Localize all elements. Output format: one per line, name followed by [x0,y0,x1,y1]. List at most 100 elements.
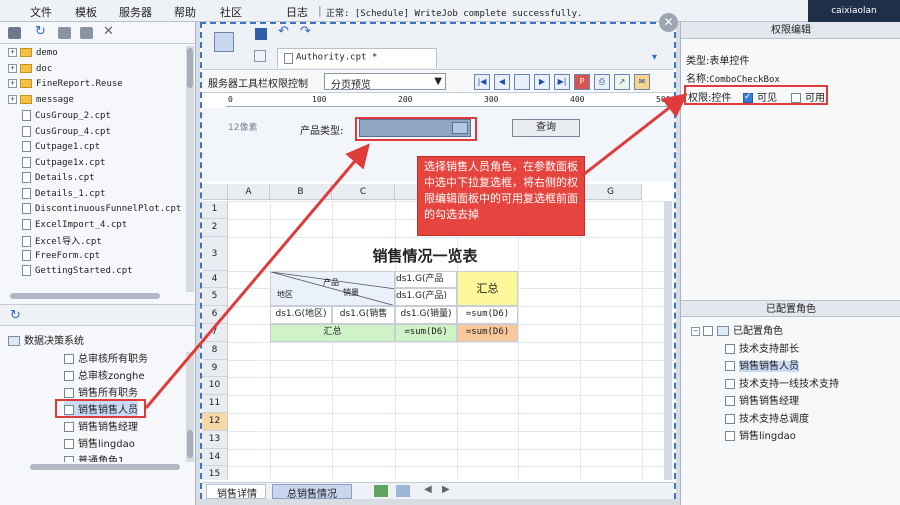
user-name[interactable]: caixiaolan [808,0,900,22]
next-page-button[interactable]: ▶ [534,74,550,90]
folder-item[interactable]: + doc [8,63,52,79]
undo-icon[interactable]: ↶ [278,24,289,39]
file-item[interactable]: DiscontinuousFunnelPlot.cpt [22,203,181,218]
add-form-icon[interactable] [396,485,410,497]
row-header[interactable]: 1 [202,201,228,219]
preview-select[interactable]: 分页预览 ▼ [324,73,446,91]
role-checkbox[interactable] [64,371,74,381]
folder-item[interactable]: + demo [8,48,58,63]
cell-d6[interactable]: ds1.G(销量) [395,306,457,324]
file-item[interactable]: Cutpage1.cpt [22,141,100,156]
expand-icon[interactable]: + [8,48,17,57]
header-corner-cell[interactable]: 产品 销量 地区 [270,270,395,307]
template-icon[interactable] [214,32,234,52]
page-input[interactable] [514,74,530,90]
cell-e7[interactable]: =sum(D6) [457,324,518,342]
delete-icon[interactable]: ✕ [103,24,114,39]
grid-corner[interactable] [202,184,228,200]
menu-server[interactable]: 服务器 [119,4,152,20]
expand-icon[interactable]: + [8,79,17,88]
expand-icon[interactable]: + [8,94,17,104]
file-item[interactable]: CusGroup_2.cpt [22,110,111,125]
excel-export-icon[interactable]: ↗ [614,74,630,90]
refresh-roles-icon[interactable]: ↻ [10,308,21,323]
last-page-button[interactable]: ▶| [554,74,570,90]
save-icon[interactable] [255,28,267,40]
configured-role-item[interactable]: 销售销售人员 [725,357,799,373]
row-header[interactable]: 7 [202,324,228,342]
row-header[interactable]: 4 [202,270,228,289]
file-item[interactable]: Cutpage1x.cpt [22,156,105,172]
column-header[interactable]: A [228,184,270,200]
row-header[interactable]: 3 [202,236,228,271]
file-item[interactable]: GettingStarted.cpt [22,265,133,280]
role-checkbox[interactable] [64,354,74,364]
role-item[interactable]: 总审核所有职务 [64,350,148,365]
cell-b7[interactable]: 汇总 [270,324,395,342]
configured-role-item[interactable]: 技术支持部长 [725,340,799,355]
file-item[interactable]: CusGroup_4.cpt [22,125,111,141]
role-checkbox[interactable] [64,439,74,449]
row-header[interactable]: 11 [202,395,228,413]
role-hscrollbar[interactable] [30,464,180,470]
role-item[interactable]: 普通角色1 [64,452,124,462]
cell-d7[interactable]: =sum(D6) [395,324,457,342]
cell-d5[interactable]: ds1.G(产品) [395,288,457,307]
row-header[interactable]: 9 [202,359,228,378]
menu-log[interactable]: 日志 [286,4,308,20]
configured-role-item[interactable]: 技术支持总调度 [725,410,809,425]
menu-template[interactable]: 模板 [75,4,97,20]
role-scrollbar[interactable] [186,352,194,462]
email-icon[interactable]: ✉ [634,74,650,90]
scroll-left-icon[interactable]: ◀ [424,484,432,495]
pdf-export-icon[interactable]: P [574,74,590,90]
enabled-checkbox[interactable]: 可用 [791,89,825,104]
folder-item[interactable]: + FineReport.Reuse [8,79,123,94]
open-folder-icon[interactable] [8,27,21,39]
grid-icon[interactable] [254,50,266,62]
close-icon[interactable]: ✕ [659,13,678,32]
tab-total-sales[interactable]: 总销售情况 [272,484,352,500]
menu-file[interactable]: 文件 [30,4,52,20]
file-item[interactable]: ExcelImport_4.cpt [22,218,127,234]
role-checkbox[interactable] [725,413,735,424]
row-header[interactable]: 15 [202,466,228,480]
add-sheet-icon[interactable] [374,485,388,497]
file-item[interactable]: Details.cpt [22,172,95,187]
role-checkbox[interactable] [64,422,74,432]
file-item[interactable]: Details_1.cpt [22,187,105,203]
row-header[interactable]: 8 [202,341,228,360]
role-checkbox[interactable] [725,396,735,407]
tab-authority[interactable]: Authority.cpt * [277,48,437,68]
grid-scrollbar[interactable] [664,201,672,480]
cell-e6[interactable]: =sum(D6) [457,306,518,324]
row-header[interactable]: 14 [202,448,228,467]
file-item[interactable]: Excel导入.cpt [22,234,102,249]
role-item[interactable]: 销售所有职务 [64,384,138,399]
column-header[interactable]: C [332,184,395,200]
folder-item[interactable]: + message [8,94,74,110]
first-page-button[interactable]: |◀ [474,74,490,90]
column-header[interactable]: G [580,184,642,200]
cell-b6[interactable]: ds1.G(地区) [270,306,332,324]
row-header[interactable]: 2 [202,218,228,237]
cell-d4[interactable]: ds1.G(产品 [395,270,457,289]
redo-icon[interactable]: ↷ [300,24,311,39]
role-tree-root[interactable]: 数据决策系统 [8,332,84,347]
role-checkbox[interactable] [64,388,74,398]
copy-icon[interactable] [80,27,93,39]
role-item[interactable]: 销售销售经理 [64,418,138,433]
file-scrollbar[interactable] [186,46,194,292]
role-checkbox[interactable] [725,431,735,441]
scroll-right-icon[interactable]: ▶ [442,484,450,495]
role-checkbox[interactable] [725,344,735,354]
report-title[interactable]: 销售情况一览表 [332,245,518,266]
menu-community[interactable]: 社区 [220,4,242,20]
configured-roles-root[interactable]: − 已配置角色 [691,322,783,337]
configured-role-item[interactable]: 销售lingdao [725,427,796,442]
menu-help[interactable]: 帮助 [174,4,196,20]
print-icon[interactable]: ⎙ [594,74,610,90]
tab-sales-detail[interactable]: 销售详情 [206,484,266,500]
role-item[interactable]: 总审核zonghe [64,367,145,382]
role-item[interactable]: 销售lingdao [64,435,135,450]
